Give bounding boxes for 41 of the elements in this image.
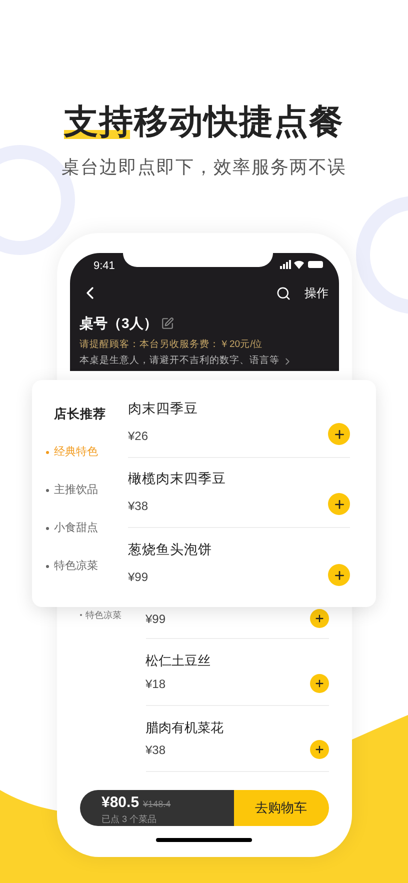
dish-name: 腊肉有机菜花 bbox=[146, 718, 224, 736]
category-tab[interactable]: 小食甜点 bbox=[54, 520, 98, 536]
add-button[interactable] bbox=[310, 740, 328, 759]
add-button[interactable] bbox=[328, 493, 350, 515]
plus-icon bbox=[314, 744, 324, 755]
original-price: ¥148.4 bbox=[143, 798, 171, 811]
table-remark: 本桌是生意人，请避开不吉利的数字、语言等 bbox=[80, 354, 280, 368]
dish-price: ¥99 bbox=[128, 569, 150, 586]
cart-total: ¥80.5 bbox=[102, 792, 140, 813]
search-icon[interactable] bbox=[276, 286, 290, 300]
dish-price: ¥26 bbox=[128, 428, 150, 445]
dish-price: ¥99 bbox=[146, 611, 166, 628]
plus-icon bbox=[332, 568, 346, 582]
plus-icon bbox=[332, 498, 346, 510]
add-button[interactable] bbox=[310, 609, 328, 628]
category-tab[interactable]: 主推饮品 bbox=[54, 482, 98, 498]
dish-name: 橄榄肉末四季豆 bbox=[128, 470, 226, 488]
plus-icon bbox=[314, 678, 324, 688]
dish-name: 肉末四季豆 bbox=[128, 400, 198, 418]
dish-price: ¥18 bbox=[146, 676, 167, 692]
table-title: 桌号（3人） bbox=[80, 314, 158, 333]
dish-price: ¥38 bbox=[146, 742, 167, 759]
category-item[interactable]: 特色凉菜 bbox=[86, 609, 122, 622]
subtitle: 桌台边即点即下，效率服务两不误 bbox=[62, 156, 346, 179]
action-link[interactable]: 操作 bbox=[304, 284, 328, 302]
add-button[interactable] bbox=[310, 674, 328, 692]
go-to-cart-button[interactable]: 去购物车 bbox=[234, 790, 328, 826]
dish-count: 已点 3 个菜品 bbox=[102, 814, 158, 824]
card-title: 店长推荐 bbox=[53, 406, 107, 423]
dish-name: 葱烧鱼头泡饼 bbox=[128, 540, 212, 559]
edit-icon[interactable] bbox=[161, 317, 174, 330]
service-notice: 请提醒顾客：本台另收服务费：￥20元/位 bbox=[78, 338, 264, 352]
category-tab[interactable]: 特色凉菜 bbox=[54, 558, 98, 574]
add-button[interactable] bbox=[328, 423, 350, 445]
dish-price: ¥38 bbox=[128, 498, 150, 515]
add-button[interactable] bbox=[328, 564, 350, 586]
status-icons bbox=[280, 260, 324, 269]
status-time: 9:41 bbox=[92, 259, 115, 274]
plus-icon bbox=[332, 428, 346, 440]
plus-icon bbox=[314, 613, 324, 624]
dish-name: 松仁土豆丝 bbox=[146, 652, 210, 670]
